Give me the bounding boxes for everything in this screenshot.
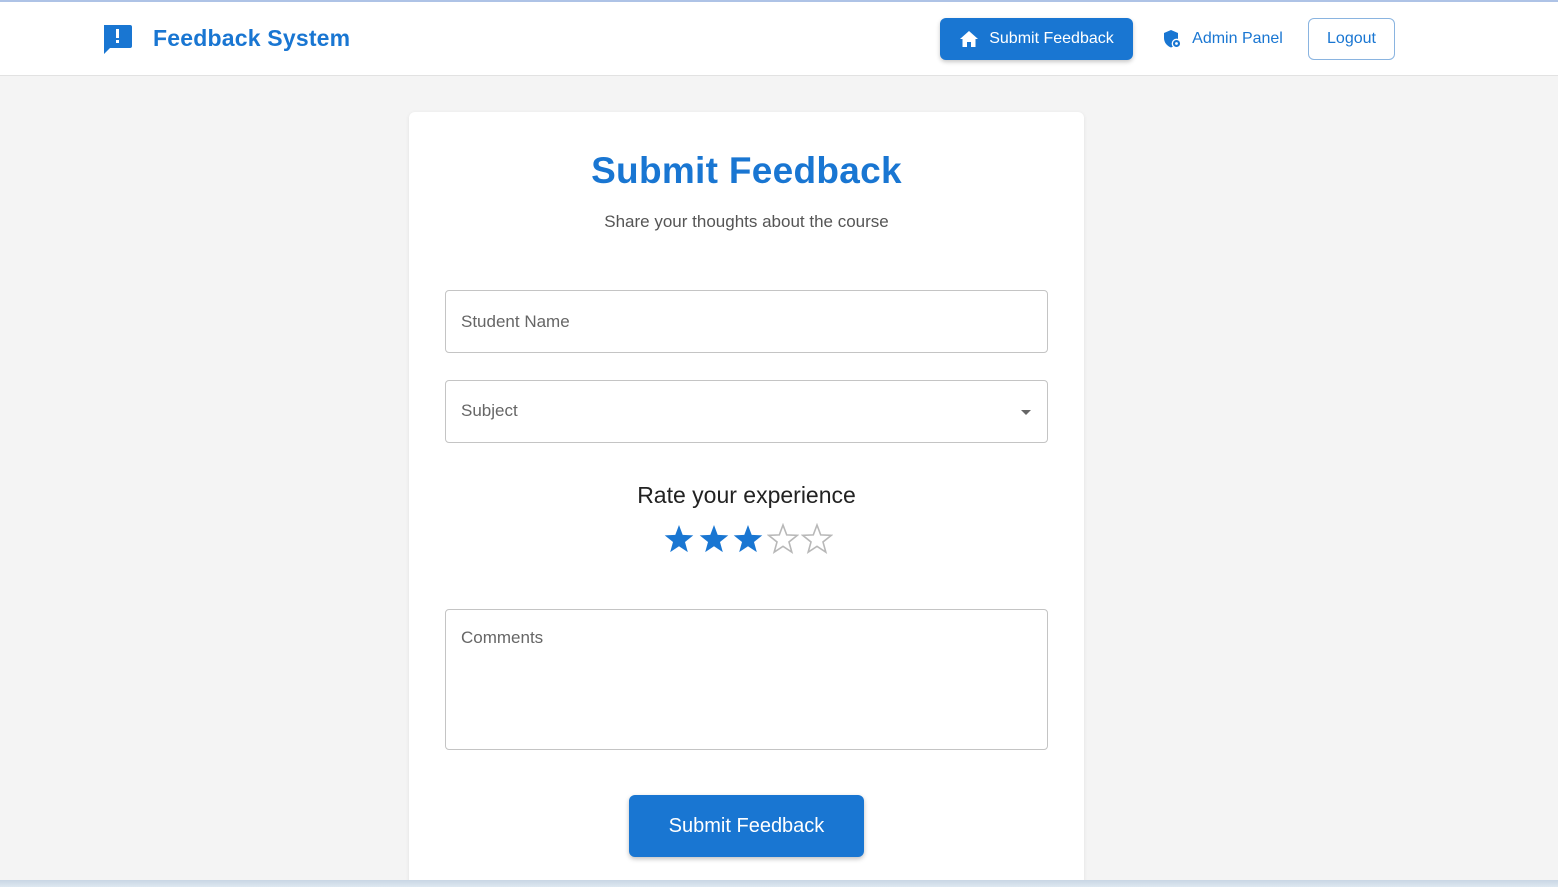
feedback-icon — [101, 23, 133, 57]
logout-button[interactable]: Logout — [1308, 18, 1395, 60]
navbar: Feedback System Submit Feedback Admin Pa… — [0, 2, 1558, 76]
logout-label: Logout — [1327, 30, 1376, 47]
window-bottom-edge — [0, 880, 1558, 887]
nav-admin-panel-label: Admin Panel — [1192, 30, 1283, 47]
star-empty-icon[interactable] — [766, 523, 799, 555]
form-title: Submit Feedback — [591, 150, 902, 191]
star-rating — [663, 523, 833, 557]
subject-select-label: Subject — [461, 401, 518, 420]
subject-select[interactable]: Subject — [445, 380, 1048, 443]
admin-shield-icon — [1164, 30, 1182, 49]
submit-feedback-button[interactable]: Submit Feedback — [629, 795, 864, 857]
student-name-input[interactable] — [445, 290, 1048, 353]
chevron-down-icon — [1021, 410, 1031, 415]
star-filled-icon[interactable] — [663, 523, 695, 555]
star-empty-icon[interactable] — [801, 523, 833, 555]
feedback-form-card: Submit Feedback Share your thoughts abou… — [409, 112, 1084, 887]
rating-label: Rate your experience — [637, 482, 856, 508]
nav-submit-feedback-label: Submit Feedback — [989, 30, 1114, 47]
nav-admin-panel-button[interactable]: Admin Panel — [1150, 18, 1295, 60]
nav-submit-feedback-button[interactable]: Submit Feedback — [940, 18, 1133, 60]
form-subtitle: Share your thoughts about the course — [604, 212, 889, 231]
star-filled-icon[interactable] — [698, 523, 730, 555]
star-filled-icon[interactable] — [732, 523, 764, 555]
comments-textarea[interactable] — [445, 609, 1048, 750]
brand-title[interactable]: Feedback System — [153, 25, 350, 52]
home-icon — [960, 31, 979, 47]
